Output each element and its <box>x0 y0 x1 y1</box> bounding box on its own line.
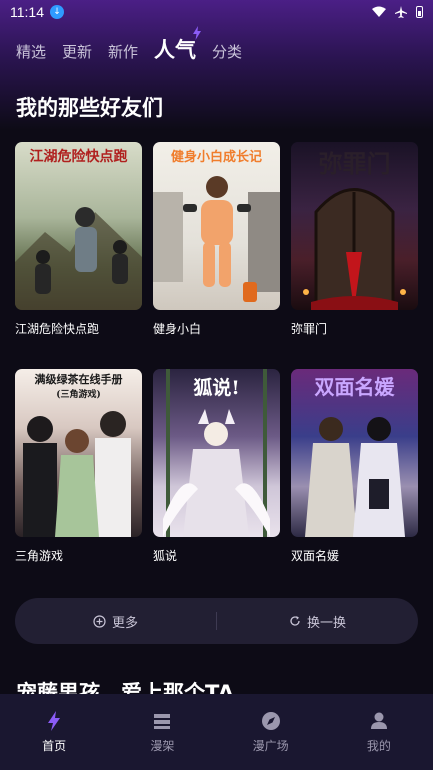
cover-art <box>15 207 142 310</box>
comic-name: 弥罪门 <box>291 322 328 336</box>
comic-cover: 弥罪门 <box>291 142 418 310</box>
comic-name: 三角游戏 <box>15 549 64 563</box>
tab-category[interactable]: 分类 <box>212 41 242 66</box>
nav-shelf[interactable]: 漫架 <box>122 710 202 754</box>
refresh-button[interactable]: 换一换 <box>217 598 418 644</box>
comic-card[interactable]: 健身小白成长记 健身小白 <box>153 142 280 337</box>
user-icon <box>370 712 387 729</box>
plus-circle-icon <box>93 614 106 628</box>
comic-name: 狐说 <box>153 549 178 563</box>
bolt-icon <box>48 711 61 731</box>
action-bar: 更多 换一换 <box>15 598 418 644</box>
download-icon: ↓ <box>50 5 64 19</box>
nav-home[interactable]: 首页 <box>14 710 94 754</box>
wifi-icon <box>372 6 386 17</box>
lightning-icon <box>193 26 202 40</box>
comic-name: 健身小白 <box>153 322 202 336</box>
battery-icon <box>416 6 423 18</box>
status-icons <box>372 6 423 18</box>
tab-updated[interactable]: 更新 <box>62 41 92 66</box>
compass-icon <box>261 712 280 730</box>
cover-art <box>163 369 270 537</box>
comic-cover: 满级绿茶在线手册 (三角游戏) <box>15 369 142 537</box>
shelf-icon <box>154 714 171 729</box>
comic-cover: 双面名媛 <box>291 369 418 537</box>
tab-featured[interactable]: 精选 <box>16 41 46 66</box>
status-time: 11:14 <box>10 4 44 20</box>
comic-card[interactable]: 双面名媛 双面名媛 <box>291 369 418 564</box>
nav-plaza-label: 漫广场 <box>252 739 289 753</box>
cover-art <box>305 417 405 537</box>
comic-cover: 狐说! <box>153 369 280 537</box>
next-section-title: 宠藤男孩，爱上那个TA <box>16 681 234 696</box>
section-title: 我的那些好友们 <box>16 96 163 120</box>
category-tabs: 精选 更新 新作 人气 分类 <box>16 26 242 66</box>
comic-name: 双面名媛 <box>291 549 340 563</box>
status-bar: 11:14 ↓ <box>0 0 433 24</box>
comic-cover: 江湖危险快点跑 <box>15 142 142 310</box>
comic-card[interactable]: 弥罪门 弥罪门 <box>291 142 418 337</box>
tab-popular-label: 人气 <box>154 38 197 62</box>
more-label: 更多 <box>111 615 138 631</box>
nav-plaza[interactable]: 漫广场 <box>231 710 311 754</box>
cover-art <box>23 411 131 537</box>
cover-art <box>153 176 280 302</box>
comic-card[interactable]: 满级绿茶在线手册 (三角游戏) 三角游戏 <box>15 369 142 564</box>
tab-popular[interactable]: 人气 <box>154 26 202 66</box>
cover-art <box>303 188 406 310</box>
nav-profile[interactable]: 我的 <box>339 710 419 754</box>
tab-new[interactable]: 新作 <box>108 41 138 66</box>
refresh-label: 换一换 <box>306 615 346 631</box>
more-button[interactable]: 更多 <box>15 598 216 644</box>
nav-shelf-label: 漫架 <box>150 739 175 753</box>
comic-cover: 健身小白成长记 <box>153 142 280 310</box>
airplane-icon <box>395 6 407 18</box>
comic-card[interactable]: 狐说! 狐说 <box>153 369 280 564</box>
comic-card[interactable]: 江湖危险快点跑 江湖危险快点跑 <box>15 142 142 337</box>
comic-name: 江湖危险快点跑 <box>15 322 100 336</box>
nav-home-label: 首页 <box>42 739 67 753</box>
refresh-icon <box>290 616 300 626</box>
bottom-nav: 首页 漫架 漫广场 我的 <box>0 694 433 770</box>
nav-profile-label: 我的 <box>366 739 391 753</box>
